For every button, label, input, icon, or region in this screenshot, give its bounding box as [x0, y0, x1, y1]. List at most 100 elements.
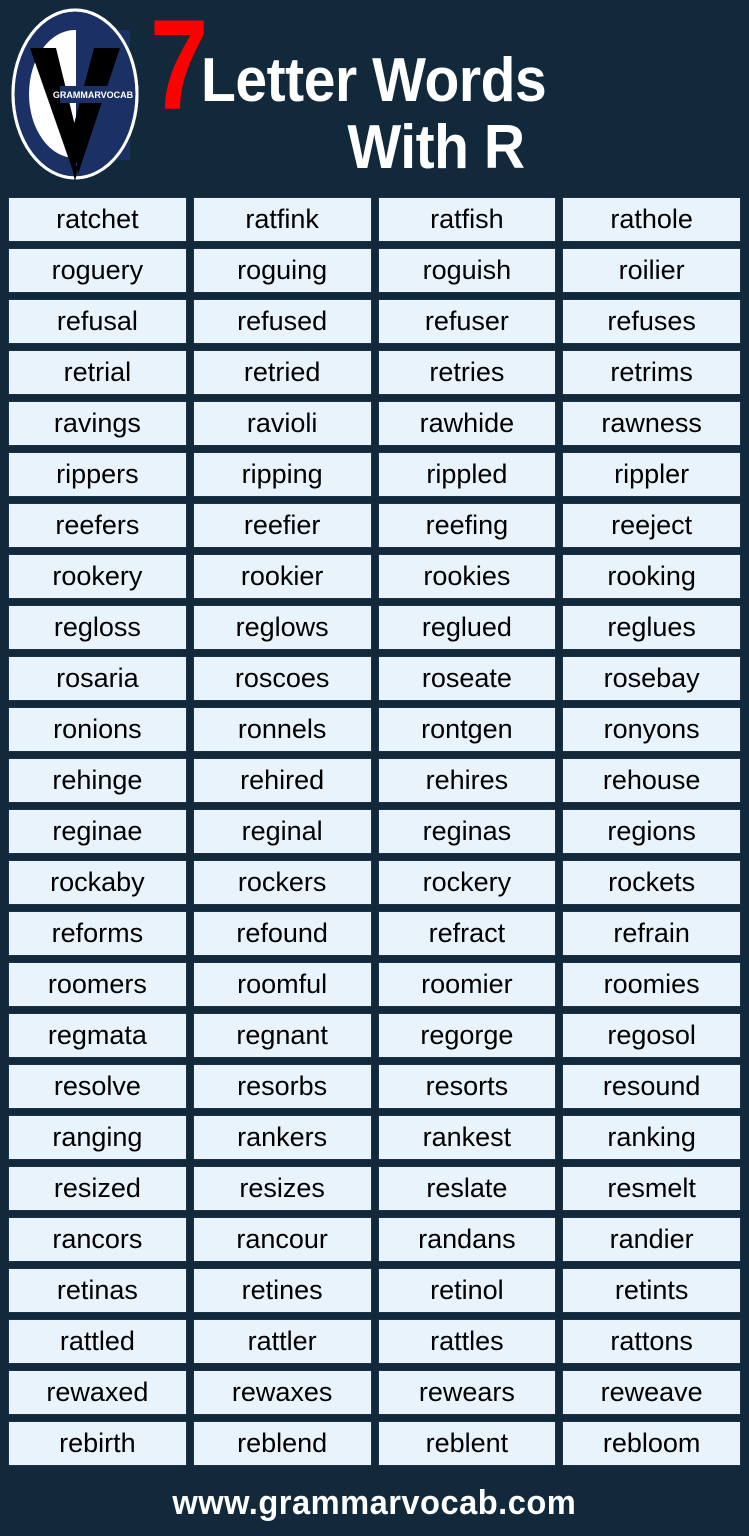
- word-cell: rehires: [377, 758, 557, 803]
- word-cell: rebirth: [8, 1421, 187, 1466]
- word-cell: reefing: [377, 503, 557, 548]
- word-cell: rippled: [377, 452, 557, 497]
- word-cell: retinol: [377, 1268, 557, 1313]
- word-cell: randans: [377, 1217, 557, 1262]
- word-cell: retinas: [8, 1268, 187, 1313]
- word-cell: reeject: [562, 503, 741, 548]
- word-grid: ratchet ratfink ratfish rathole roguery rogui…: [8, 197, 741, 1466]
- word-cell: rancour: [192, 1217, 372, 1262]
- word-cell: rewears: [377, 1370, 557, 1415]
- word-cell: roomful: [192, 962, 372, 1007]
- word-cell: refused: [192, 299, 372, 344]
- word-cell: rehired: [192, 758, 372, 803]
- word-cell: reblend: [192, 1421, 372, 1466]
- word-cell: rancors: [8, 1217, 187, 1262]
- website-url: www.grammarvocab.com: [172, 1483, 577, 1522]
- word-cell: regorge: [377, 1013, 557, 1058]
- word-cell: randier: [562, 1217, 741, 1262]
- word-cell: ratchet: [8, 197, 187, 242]
- word-cell: refuser: [377, 299, 557, 344]
- word-cell: resorts: [377, 1064, 557, 1109]
- word-cell: roguing: [192, 248, 372, 293]
- word-cell: rockets: [562, 860, 741, 905]
- word-cell: ronyons: [562, 707, 741, 752]
- word-cell: rippler: [562, 452, 741, 497]
- word-cell: rockery: [377, 860, 557, 905]
- word-cell: roguish: [377, 248, 557, 293]
- word-cell: regosol: [562, 1013, 741, 1058]
- word-cell: rewaxes: [192, 1370, 372, 1415]
- word-cell: refusal: [8, 299, 187, 344]
- word-cell: rebloom: [562, 1421, 741, 1466]
- title-block: 7 Letter Words With R: [142, 2, 741, 182]
- word-cell: ratfink: [192, 197, 372, 242]
- word-cell: rathole: [562, 197, 741, 242]
- word-cell: refrain: [562, 911, 741, 956]
- word-cell: ratfish: [377, 197, 557, 242]
- word-cell: roomers: [8, 962, 187, 1007]
- word-cell: rookery: [8, 554, 187, 599]
- word-cell: rosebay: [562, 656, 741, 701]
- word-cell: regnant: [192, 1013, 372, 1058]
- poster-page: GRAMMARVOCAB 7 Letter Words With R ratch…: [0, 0, 749, 1536]
- word-cell: rewaxed: [8, 1370, 187, 1415]
- word-cell: roomies: [562, 962, 741, 1007]
- word-cell: resorbs: [192, 1064, 372, 1109]
- logo-wordmark: GRAMMARVOCAB: [53, 90, 134, 100]
- letter-count-number: 7: [150, 0, 208, 137]
- word-cell: rehouse: [562, 758, 741, 803]
- word-cell: roscoes: [192, 656, 372, 701]
- word-cell: rattled: [8, 1319, 187, 1364]
- word-cell: reginas: [377, 809, 557, 854]
- word-cell: resized: [8, 1166, 187, 1211]
- word-cell: refract: [377, 911, 557, 956]
- word-cell: rippers: [8, 452, 187, 497]
- word-cell: rookier: [192, 554, 372, 599]
- word-cell: ravings: [8, 401, 187, 446]
- word-cell: resmelt: [562, 1166, 741, 1211]
- word-cell: rontgen: [377, 707, 557, 752]
- word-cell: roguery: [8, 248, 187, 293]
- header: GRAMMARVOCAB 7 Letter Words With R: [0, 0, 749, 197]
- word-cell: refuses: [562, 299, 741, 344]
- word-cell: ronnels: [192, 707, 372, 752]
- word-cell: reefers: [8, 503, 187, 548]
- page-title-line-1: Letter Words: [201, 46, 547, 115]
- word-cell: retries: [377, 350, 557, 395]
- word-cell: ronions: [8, 707, 187, 752]
- word-cell: rookies: [377, 554, 557, 599]
- word-cell: rawness: [562, 401, 741, 446]
- word-cell: retrial: [8, 350, 187, 395]
- word-cell: rooking: [562, 554, 741, 599]
- word-cell: ripping: [192, 452, 372, 497]
- word-cell: rattons: [562, 1319, 741, 1364]
- title-row-first: 7 Letter Words: [150, 2, 741, 130]
- word-cell: roilier: [562, 248, 741, 293]
- word-cell: retines: [192, 1268, 372, 1313]
- word-grid-container: ratchet ratfink ratfish rathole roguery rogui…: [0, 197, 749, 1466]
- word-cell: resound: [562, 1064, 741, 1109]
- word-cell: rankers: [192, 1115, 372, 1160]
- page-title-line-2: With R: [347, 113, 525, 182]
- word-cell: regmata: [8, 1013, 187, 1058]
- word-cell: retints: [562, 1268, 741, 1313]
- word-cell: rawhide: [377, 401, 557, 446]
- word-cell: resizes: [192, 1166, 372, 1211]
- word-cell: reblent: [377, 1421, 557, 1466]
- word-cell: rockaby: [8, 860, 187, 905]
- word-cell: rattler: [192, 1319, 372, 1364]
- word-cell: rehinge: [8, 758, 187, 803]
- word-cell: reweave: [562, 1370, 741, 1415]
- word-cell: retried: [192, 350, 372, 395]
- word-cell: resolve: [8, 1064, 187, 1109]
- word-cell: ranking: [562, 1115, 741, 1160]
- word-cell: reginal: [192, 809, 372, 854]
- word-cell: reglues: [562, 605, 741, 650]
- word-cell: refound: [192, 911, 372, 956]
- word-cell: roseate: [377, 656, 557, 701]
- grammarvocab-logo: GRAMMARVOCAB: [8, 6, 142, 182]
- footer: www.grammarvocab.com: [0, 1466, 749, 1536]
- word-cell: rockers: [192, 860, 372, 905]
- word-cell: reginae: [8, 809, 187, 854]
- word-cell: retrims: [562, 350, 741, 395]
